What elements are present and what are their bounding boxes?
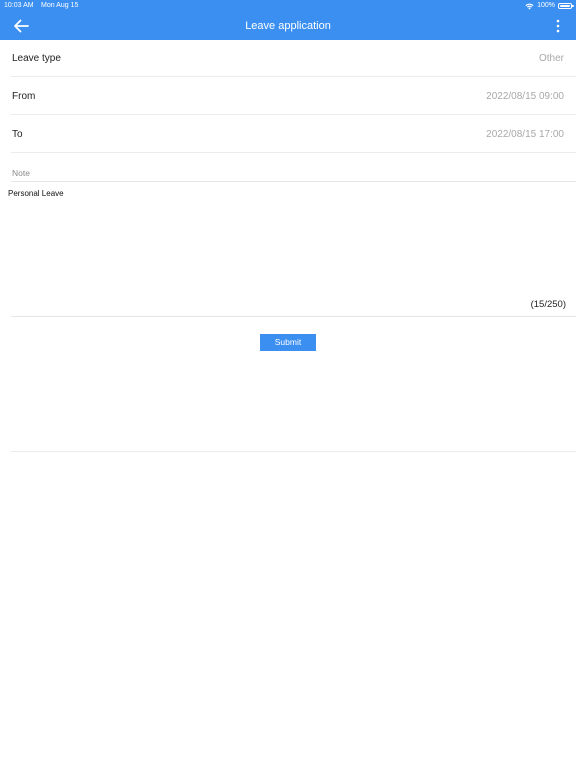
to-value: 2022/08/15 17:00 [486, 129, 564, 140]
page-title: Leave application [245, 20, 331, 32]
status-time: 10:03 AM [4, 2, 34, 9]
status-bar: 10:03 AM Mon Aug 15 100% [0, 0, 576, 12]
note-char-counter: (15/250) [530, 299, 566, 310]
row-divider [11, 76, 576, 77]
battery-icon [558, 3, 574, 9]
wifi-icon [525, 3, 534, 9]
status-date: Mon Aug 15 [41, 2, 79, 9]
note-label: Note [12, 168, 30, 178]
from-label: From [12, 91, 36, 102]
battery-percent: 100% [537, 2, 555, 9]
app-header: 10:03 AM Mon Aug 15 100% Leave applicati… [0, 0, 576, 40]
from-value: 2022/08/15 09:00 [486, 91, 564, 102]
row-divider [11, 152, 576, 153]
from-date-row[interactable]: From 2022/08/15 09:00 [0, 78, 576, 115]
more-options-button[interactable] [554, 17, 562, 35]
leave-type-row[interactable]: Leave type Other [0, 40, 576, 77]
to-label: To [12, 129, 23, 140]
leave-type-label: Leave type [12, 53, 61, 64]
submit-button[interactable]: Submit [260, 334, 316, 351]
row-divider [11, 114, 576, 115]
to-date-row[interactable]: To 2022/08/15 17:00 [0, 116, 576, 153]
note-divider [11, 181, 576, 182]
note-bottom-divider [11, 316, 576, 317]
nav-bar: Leave application [0, 12, 576, 40]
leave-type-value: Other [538, 53, 564, 64]
more-vertical-icon [556, 19, 560, 33]
note-textarea[interactable]: Personal Leave [8, 189, 564, 299]
status-indicators: 100% [525, 0, 574, 12]
bottom-divider [11, 451, 576, 452]
